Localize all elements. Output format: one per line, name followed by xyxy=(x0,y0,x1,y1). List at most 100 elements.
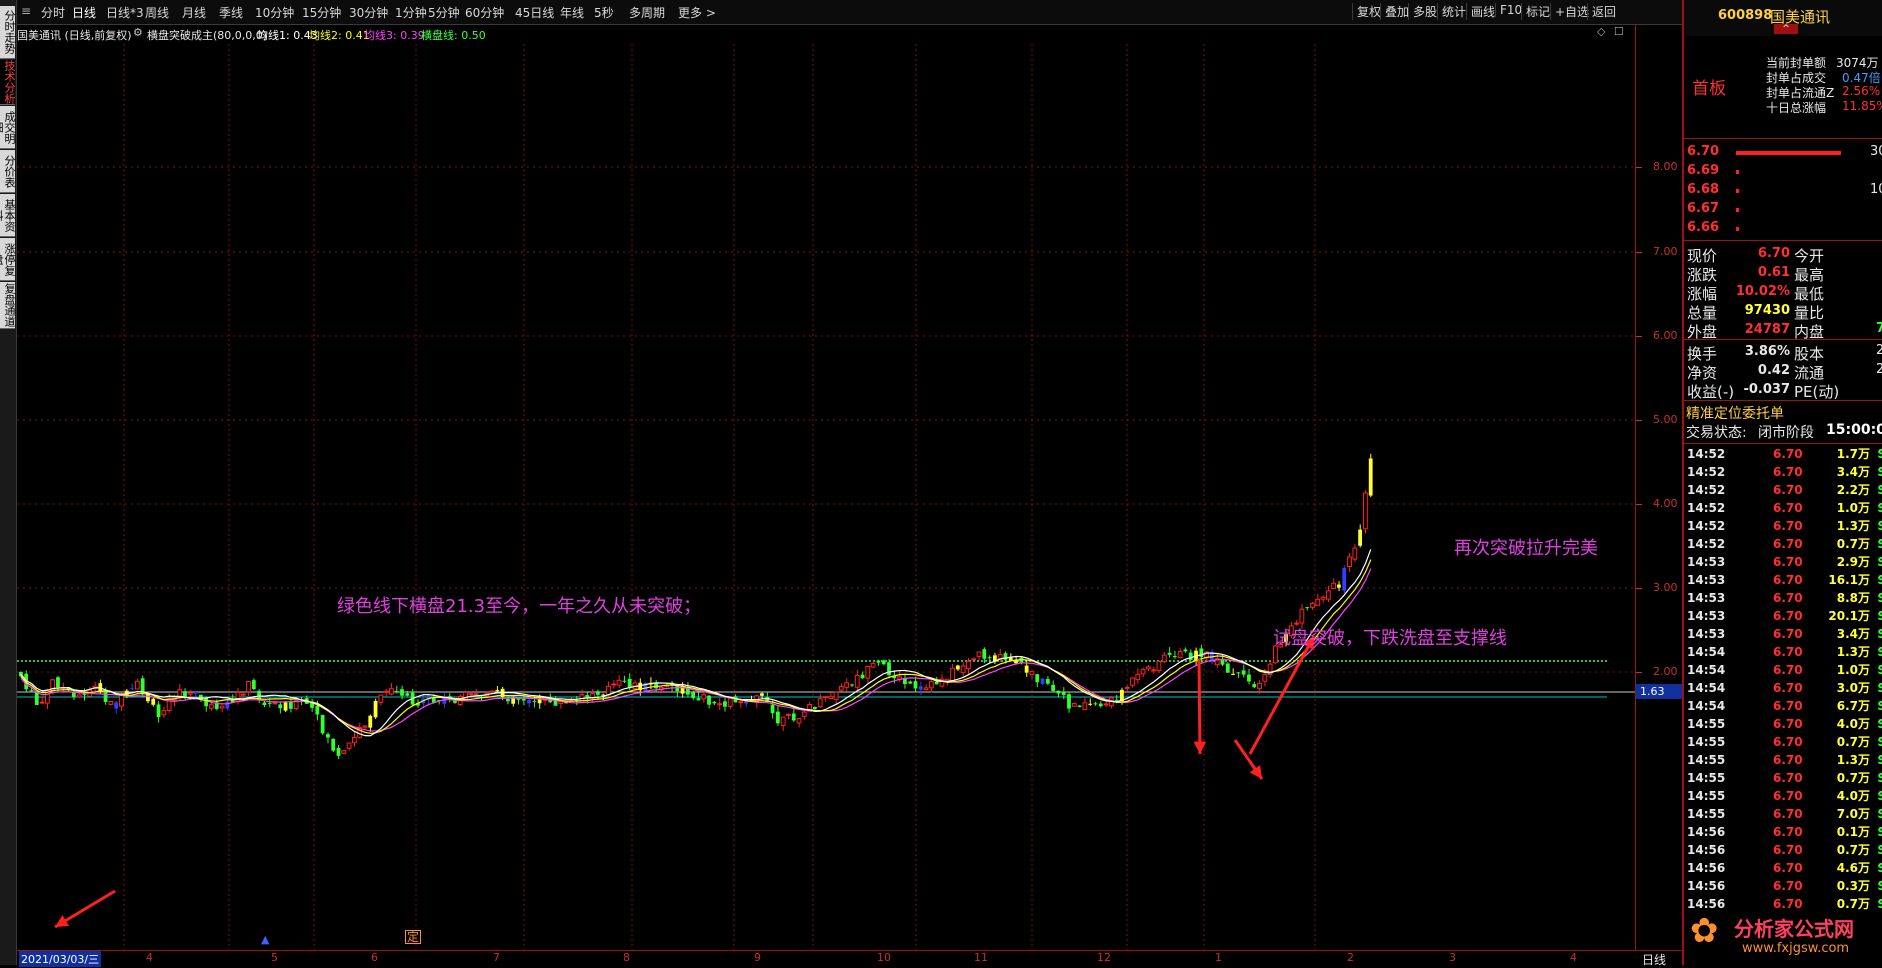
tick-row: 14:53 6.70 20.1万 S xyxy=(1687,607,1882,625)
tick-row: 14:55 6.70 7.0万 S xyxy=(1687,805,1882,823)
candle-body xyxy=(39,701,45,704)
watermark-url: www.fxjgsw.com xyxy=(1742,941,1850,956)
candle-body xyxy=(1082,702,1088,711)
candle-body xyxy=(1067,694,1071,709)
left-tab-5[interactable]: 涨停复盘 xyxy=(0,238,15,281)
tick-flag: S xyxy=(1877,627,1882,641)
candle-body xyxy=(225,701,230,709)
y-tick-4: 4.00 xyxy=(1653,497,1678,510)
tick-flag: S xyxy=(1877,861,1882,875)
indicator-settings-icon[interactable]: ⚙ xyxy=(133,26,143,39)
tick-time: 14:55 xyxy=(1687,789,1726,803)
period-tab-11[interactable]: 60分钟 xyxy=(465,4,504,21)
tick-time: 14:55 xyxy=(1687,717,1726,731)
arrow-down-test xyxy=(1197,658,1202,755)
candle-body xyxy=(971,658,977,661)
maximize-icon[interactable]: ☐ xyxy=(1614,25,1624,38)
x-label-7: 10 xyxy=(877,951,891,964)
left-tab-0[interactable]: 分时走势 xyxy=(0,6,15,59)
left-tab-2[interactable]: 成交明细 xyxy=(0,106,15,149)
period-tab-13[interactable]: 年线 xyxy=(560,4,584,21)
candle-body xyxy=(987,657,992,659)
quote-label-1: 涨跌 xyxy=(1687,266,1718,284)
ma3-label: 均线3: 0.39 xyxy=(364,29,425,42)
candle-body xyxy=(331,738,336,751)
period-tab-4[interactable]: 月线 xyxy=(182,4,206,21)
tick-price: 6.70 xyxy=(1773,519,1803,533)
ask-price-4[interactable]: 6.66 xyxy=(1687,220,1719,235)
left-tab-6[interactable]: 复盘通道 xyxy=(0,282,15,329)
candle-body xyxy=(801,711,807,717)
period-tab-9[interactable]: 1分钟 xyxy=(395,4,427,21)
seal-value-3: 11.85% xyxy=(1842,99,1882,113)
period-tab-3[interactable]: 周线 xyxy=(145,4,169,21)
candle-body xyxy=(1167,652,1172,655)
candle-body xyxy=(1236,672,1241,674)
indicator-info-bar: 国美通讯 (日线,前复权) ⚙ 横盘突破成主(80,0,0,0) 均线1: 0.… xyxy=(17,24,1627,44)
period-tab-1[interactable]: 日线 xyxy=(72,4,96,21)
candle-body xyxy=(1225,663,1230,673)
candle-body xyxy=(823,696,828,699)
candle-body xyxy=(796,718,802,724)
period-tab-0[interactable]: 分时 xyxy=(41,4,65,21)
entrust-title[interactable]: 精准定位委托单 xyxy=(1686,403,1784,423)
menu-icon[interactable]: ≡ xyxy=(21,4,31,18)
price-marker: 1.63 xyxy=(1636,684,1684,699)
ask-price-0[interactable]: 6.70 xyxy=(1687,144,1719,159)
y-tick-6: 2.00 xyxy=(1653,665,1678,678)
tick-volume: 0.7万 xyxy=(1836,735,1870,749)
candle-body xyxy=(246,680,251,693)
tick-price: 6.70 xyxy=(1773,537,1803,551)
candle-body xyxy=(1310,602,1315,608)
candle-body xyxy=(1305,607,1310,609)
candle-body xyxy=(103,691,108,703)
period-tab-16[interactable]: 更多 > xyxy=(678,4,716,21)
period-tab-6[interactable]: 10分钟 xyxy=(255,4,294,21)
indicator-name[interactable]: 横盘突破成主(80,0,0,0) xyxy=(147,27,267,43)
toolbar-btn-8[interactable]: 返回 xyxy=(1587,3,1620,20)
period-tab-8[interactable]: 30分钟 xyxy=(349,4,388,21)
candle-body xyxy=(1093,703,1098,705)
candle-body xyxy=(817,698,823,708)
ask-price-3[interactable]: 6.67 xyxy=(1687,201,1719,216)
y-tick-mark xyxy=(1636,167,1642,168)
tick-price: 6.70 xyxy=(1773,591,1803,605)
x-label-5: 8 xyxy=(623,951,630,964)
candle-body xyxy=(786,713,791,716)
period-tab-14[interactable]: 5秒 xyxy=(594,4,614,21)
stock-code: 600898 xyxy=(1718,8,1773,23)
tick-row: 14:55 6.70 4.0万 S xyxy=(1687,715,1882,733)
tick-volume: 0.7万 xyxy=(1836,771,1870,785)
period-tab-15[interactable]: 多周期 xyxy=(629,4,665,21)
y-tick-5: 3.00 xyxy=(1653,581,1678,594)
candle-body xyxy=(527,699,531,704)
candle-body xyxy=(760,693,764,696)
left-tab-3[interactable]: 分价表 xyxy=(0,150,15,193)
tick-price: 6.70 xyxy=(1773,807,1803,821)
candle-body xyxy=(56,677,60,688)
period-tab-12[interactable]: 45日线 xyxy=(515,4,554,21)
y-tick-mark xyxy=(1636,672,1642,673)
collapse-icon[interactable]: ◇ xyxy=(1597,25,1605,38)
candle-body xyxy=(183,691,187,697)
tick-time: 14:52 xyxy=(1687,501,1726,515)
tick-flag: S xyxy=(1877,843,1882,857)
tick-row: 14:56 6.70 0.1万 S xyxy=(1687,823,1882,841)
candle-body xyxy=(616,679,622,686)
kline-chart[interactable]: ▲ 绿色线下横盘21.3至今，一年之久从未突破； 试盘突破，下跌洗盘至支撑线 再… xyxy=(17,44,1635,950)
left-tab-4[interactable]: 基本资料 xyxy=(0,194,15,237)
ask-price-1[interactable]: 6.69 xyxy=(1687,163,1719,178)
left-tab-1[interactable]: 技术分析 xyxy=(0,60,15,105)
period-tab-2[interactable]: 日线*3 xyxy=(106,4,144,21)
candle-body xyxy=(622,680,627,682)
candle-body xyxy=(950,667,955,682)
tick-volume: 1.0万 xyxy=(1836,501,1870,515)
candle-body xyxy=(140,678,145,694)
tick-time: 14:54 xyxy=(1687,681,1726,695)
period-tab-5[interactable]: 季线 xyxy=(219,4,243,21)
period-tab-7[interactable]: 15分钟 xyxy=(302,4,341,21)
candle-body xyxy=(1145,666,1151,670)
expand-up-icon[interactable]: ^ xyxy=(1774,24,1798,34)
period-tab-10[interactable]: 5分钟 xyxy=(428,4,460,21)
ask-price-2[interactable]: 6.68 xyxy=(1687,182,1719,197)
